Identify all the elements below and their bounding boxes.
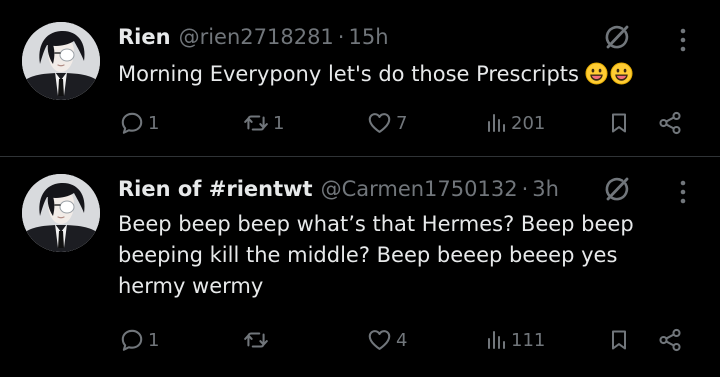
- share-icon: [657, 327, 683, 353]
- avatar-image: [22, 22, 100, 100]
- repost-count: 1: [273, 112, 285, 134]
- grinning-face-emoji: [585, 62, 608, 85]
- avatar-image: [22, 174, 100, 252]
- repost-arrows-icon: [242, 110, 270, 136]
- separator-dot: ·: [337, 25, 345, 49]
- grok-slash-icon[interactable]: [602, 174, 632, 204]
- more-vertical-dots-icon[interactable]: [676, 177, 690, 207]
- reply-bubble-icon: [119, 327, 145, 353]
- views-button[interactable]: 111: [484, 325, 545, 355]
- share-icon: [657, 110, 683, 136]
- avatar[interactable]: [22, 22, 100, 100]
- views-bar-chart-icon: [484, 110, 508, 136]
- user-handle[interactable]: @Carmen1750132: [321, 177, 518, 201]
- avatar[interactable]: [22, 174, 100, 252]
- display-name[interactable]: Rien of #rientwt: [118, 177, 313, 201]
- tweet-header: Rien of #rientwt @Carmen1750132 · 3h: [118, 174, 610, 204]
- like-button[interactable]: 4: [366, 325, 407, 355]
- reply-button[interactable]: 1: [119, 325, 159, 355]
- bookmark-button[interactable]: [607, 325, 631, 355]
- reply-count: 1: [148, 112, 160, 134]
- tweet[interactable]: Rien @rien2718281 · 15h Morning Everypon…: [0, 0, 720, 157]
- bookmark-icon: [607, 327, 631, 353]
- share-button[interactable]: [657, 108, 683, 138]
- more-vertical-dots-icon[interactable]: [676, 25, 690, 55]
- view-count: 111: [511, 329, 546, 351]
- heart-icon: [366, 110, 393, 136]
- reply-bubble-icon: [119, 110, 145, 136]
- tweet-text-content: Morning Everypony let's do those Prescri…: [118, 62, 579, 86]
- tweet-text: Beep beep beep what’s that Hermes? Beep …: [118, 212, 634, 298]
- timestamp[interactable]: 15h: [348, 25, 388, 49]
- tweet-text: Morning Everypony let's do those Prescri…: [118, 59, 670, 90]
- display-name[interactable]: Rien: [118, 25, 171, 49]
- separator-dot: ·: [521, 177, 529, 201]
- reply-button[interactable]: 1: [119, 108, 159, 138]
- heart-icon: [366, 327, 393, 353]
- bookmark-icon: [607, 110, 631, 136]
- like-count: 7: [396, 112, 408, 134]
- grinning-face-emoji: [610, 62, 633, 85]
- repost-button[interactable]: 1: [242, 108, 284, 138]
- reply-count: 1: [148, 329, 160, 351]
- tweet-header: Rien @rien2718281 · 15h: [118, 22, 610, 52]
- action-bar: 1 1 7 201: [0, 108, 720, 138]
- grok-slash-icon[interactable]: [602, 22, 632, 52]
- share-button[interactable]: [657, 325, 683, 355]
- views-bar-chart-icon: [484, 327, 508, 353]
- bookmark-button[interactable]: [607, 108, 631, 138]
- like-count: 4: [396, 329, 408, 351]
- tweet[interactable]: Rien of #rientwt @Carmen1750132 · 3h Bee…: [0, 157, 720, 377]
- views-button[interactable]: 201: [484, 108, 545, 138]
- like-button[interactable]: 7: [366, 108, 407, 138]
- timestamp[interactable]: 3h: [532, 177, 559, 201]
- action-bar: 1 4 111: [0, 325, 720, 355]
- repost-arrows-icon: [242, 327, 270, 353]
- user-handle[interactable]: @rien2718281: [179, 25, 334, 49]
- view-count: 201: [511, 112, 546, 134]
- repost-button[interactable]: [242, 325, 273, 355]
